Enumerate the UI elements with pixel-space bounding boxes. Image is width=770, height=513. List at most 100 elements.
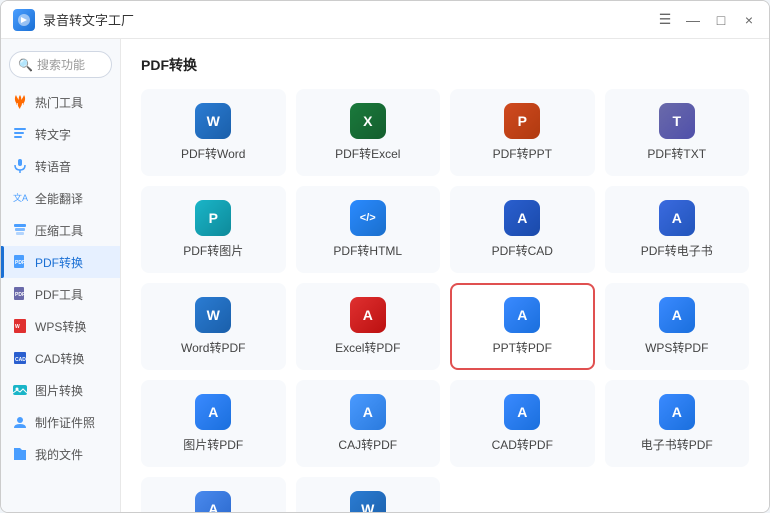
sidebar-label-myfile: 我的文件	[35, 446, 83, 463]
tool-cad2pdf[interactable]: A CAD转PDF	[450, 380, 595, 467]
close-btn[interactable]: ×	[741, 12, 757, 28]
file-icon	[11, 445, 29, 463]
tool-pdf2html[interactable]: </> PDF转HTML	[296, 186, 441, 273]
tool-ebook2pdf[interactable]: A 电子书转PDF	[605, 380, 750, 467]
pdf2ppt-icon: P	[504, 103, 540, 139]
pdftool-icon: PDF	[11, 285, 29, 303]
menu-btn[interactable]: ☰	[657, 12, 673, 28]
pdf2html-label: PDF转HTML	[333, 242, 402, 259]
sidebar-label-idphoto: 制作证件照	[35, 414, 95, 431]
ofd2pdf-icon: A	[195, 491, 231, 512]
compress-icon	[11, 221, 29, 239]
tool-wps2pdf[interactable]: A WPS转PDF	[605, 283, 750, 370]
word2pdf-icon: W	[195, 297, 231, 333]
sidebar-label-pdf: PDF转换	[35, 254, 83, 271]
pdf-convert-grid: W PDF转Word X PDF转Excel P	[141, 89, 749, 512]
pdf2cad-label: PDF转CAD	[492, 242, 553, 259]
tool-pdf2txt[interactable]: T PDF转TXT	[605, 89, 750, 176]
sidebar-item-myfile[interactable]: 我的文件	[1, 438, 120, 470]
maximize-btn[interactable]: □	[713, 12, 729, 28]
svg-text:CAD: CAD	[15, 357, 26, 363]
search-icon: 🔍	[18, 58, 33, 72]
img-icon	[11, 381, 29, 399]
tool-caj2pdf[interactable]: A CAJ转PDF	[296, 380, 441, 467]
pdf2ebook-label: PDF转电子书	[641, 242, 713, 259]
ppt2pdf-label: PPT转PDF	[493, 339, 552, 356]
mic-icon	[11, 157, 29, 175]
tool-caj2word[interactable]: W CAJ转Word	[296, 477, 441, 512]
tool-pdf2excel[interactable]: X PDF转Excel	[296, 89, 441, 176]
img2pdf-label: 图片转PDF	[183, 436, 243, 453]
cad2pdf-label: CAD转PDF	[492, 436, 553, 453]
sidebar-item-speech[interactable]: 转语音	[1, 150, 120, 182]
sidebar-item-idphoto[interactable]: 制作证件照	[1, 406, 120, 438]
sidebar-label-cad: CAD转换	[35, 350, 84, 367]
tool-ofd2pdf[interactable]: A OFD转换	[141, 477, 286, 512]
ppt2pdf-icon: A	[504, 297, 540, 333]
pdf2txt-icon: T	[659, 103, 695, 139]
sidebar: 🔍 搜索功能 热门工具 转文字 转语音	[1, 39, 121, 512]
ebook2pdf-icon: A	[659, 394, 695, 430]
sidebar-item-pdf[interactable]: PDF PDF转换	[1, 246, 120, 278]
sidebar-label-translate: 全能翻译	[35, 190, 83, 207]
pdf2ppt-label: PDF转PPT	[493, 145, 552, 162]
sidebar-label-img: 图片转换	[35, 382, 83, 399]
wps-icon: W	[11, 317, 29, 335]
sidebar-label-speech: 转语音	[35, 158, 71, 175]
pdf2excel-icon: X	[350, 103, 386, 139]
caj2pdf-label: CAJ转PDF	[338, 436, 397, 453]
cad-icon: CAD	[11, 349, 29, 367]
sidebar-item-hot[interactable]: 热门工具	[1, 86, 120, 118]
sidebar-item-compress[interactable]: 压缩工具	[1, 214, 120, 246]
sidebar-label-wps: WPS转换	[35, 318, 86, 335]
sidebar-item-translate[interactable]: 文A 全能翻译	[1, 182, 120, 214]
caj2pdf-icon: A	[350, 394, 386, 430]
sidebar-item-transcribe[interactable]: 转文字	[1, 118, 120, 150]
pdf2img-icon: P	[195, 200, 231, 236]
tool-pdf2ebook[interactable]: A PDF转电子书	[605, 186, 750, 273]
tool-pdf2img[interactable]: P PDF转图片	[141, 186, 286, 273]
wps2pdf-icon: A	[659, 297, 695, 333]
word2pdf-label: Word转PDF	[181, 339, 245, 356]
text-icon	[11, 125, 29, 143]
excel2pdf-icon: A	[350, 297, 386, 333]
tool-ppt2pdf[interactable]: A PPT转PDF	[450, 283, 595, 370]
tool-pdf2cad[interactable]: A PDF转CAD	[450, 186, 595, 273]
id-icon	[11, 413, 29, 431]
sidebar-label-compress: 压缩工具	[35, 222, 83, 239]
img2pdf-icon: A	[195, 394, 231, 430]
pdf-icon: PDF	[11, 253, 29, 271]
title-bar: 录音转文字工厂 ☰ — □ ×	[1, 1, 769, 39]
sidebar-item-wps[interactable]: W WPS转换	[1, 310, 120, 342]
section-pdf-convert: PDF转换 W PDF转Word X PDF转Excel	[141, 55, 749, 512]
ebook2pdf-label: 电子书转PDF	[641, 436, 713, 453]
caj2word-icon: W	[350, 491, 386, 512]
content-area: 🔍 搜索功能 热门工具 转文字 转语音	[1, 39, 769, 512]
title-bar-left: 录音转文字工厂	[13, 9, 134, 31]
tool-img2pdf[interactable]: A 图片转PDF	[141, 380, 286, 467]
minimize-btn[interactable]: —	[685, 12, 701, 28]
app-window: 录音转文字工厂 ☰ — □ × 🔍 搜索功能 热门工具	[0, 0, 770, 513]
sidebar-item-cad[interactable]: CAD CAD转换	[1, 342, 120, 374]
pdf2cad-icon: A	[504, 200, 540, 236]
pdf2word-icon: W	[195, 103, 231, 139]
tool-pdf2word[interactable]: W PDF转Word	[141, 89, 286, 176]
tool-excel2pdf[interactable]: A Excel转PDF	[296, 283, 441, 370]
pdf2txt-label: PDF转TXT	[647, 145, 706, 162]
pdf2html-icon: </>	[350, 200, 386, 236]
fire-icon	[11, 93, 29, 111]
search-box[interactable]: 🔍 搜索功能	[9, 51, 112, 78]
svg-text:文A: 文A	[13, 192, 28, 203]
main-content: PDF转换 W PDF转Word X PDF转Excel	[121, 39, 769, 512]
tool-word2pdf[interactable]: W Word转PDF	[141, 283, 286, 370]
pdf2ebook-icon: A	[659, 200, 695, 236]
svg-text:W: W	[15, 324, 20, 330]
sidebar-item-img[interactable]: 图片转换	[1, 374, 120, 406]
app-icon	[13, 9, 35, 31]
tool-pdf2ppt[interactable]: P PDF转PPT	[450, 89, 595, 176]
pdf2excel-label: PDF转Excel	[335, 145, 400, 162]
wps2pdf-label: WPS转PDF	[645, 339, 708, 356]
excel2pdf-label: Excel转PDF	[335, 339, 400, 356]
sidebar-item-pdftool[interactable]: PDF PDF工具	[1, 278, 120, 310]
search-placeholder: 搜索功能	[37, 56, 85, 73]
